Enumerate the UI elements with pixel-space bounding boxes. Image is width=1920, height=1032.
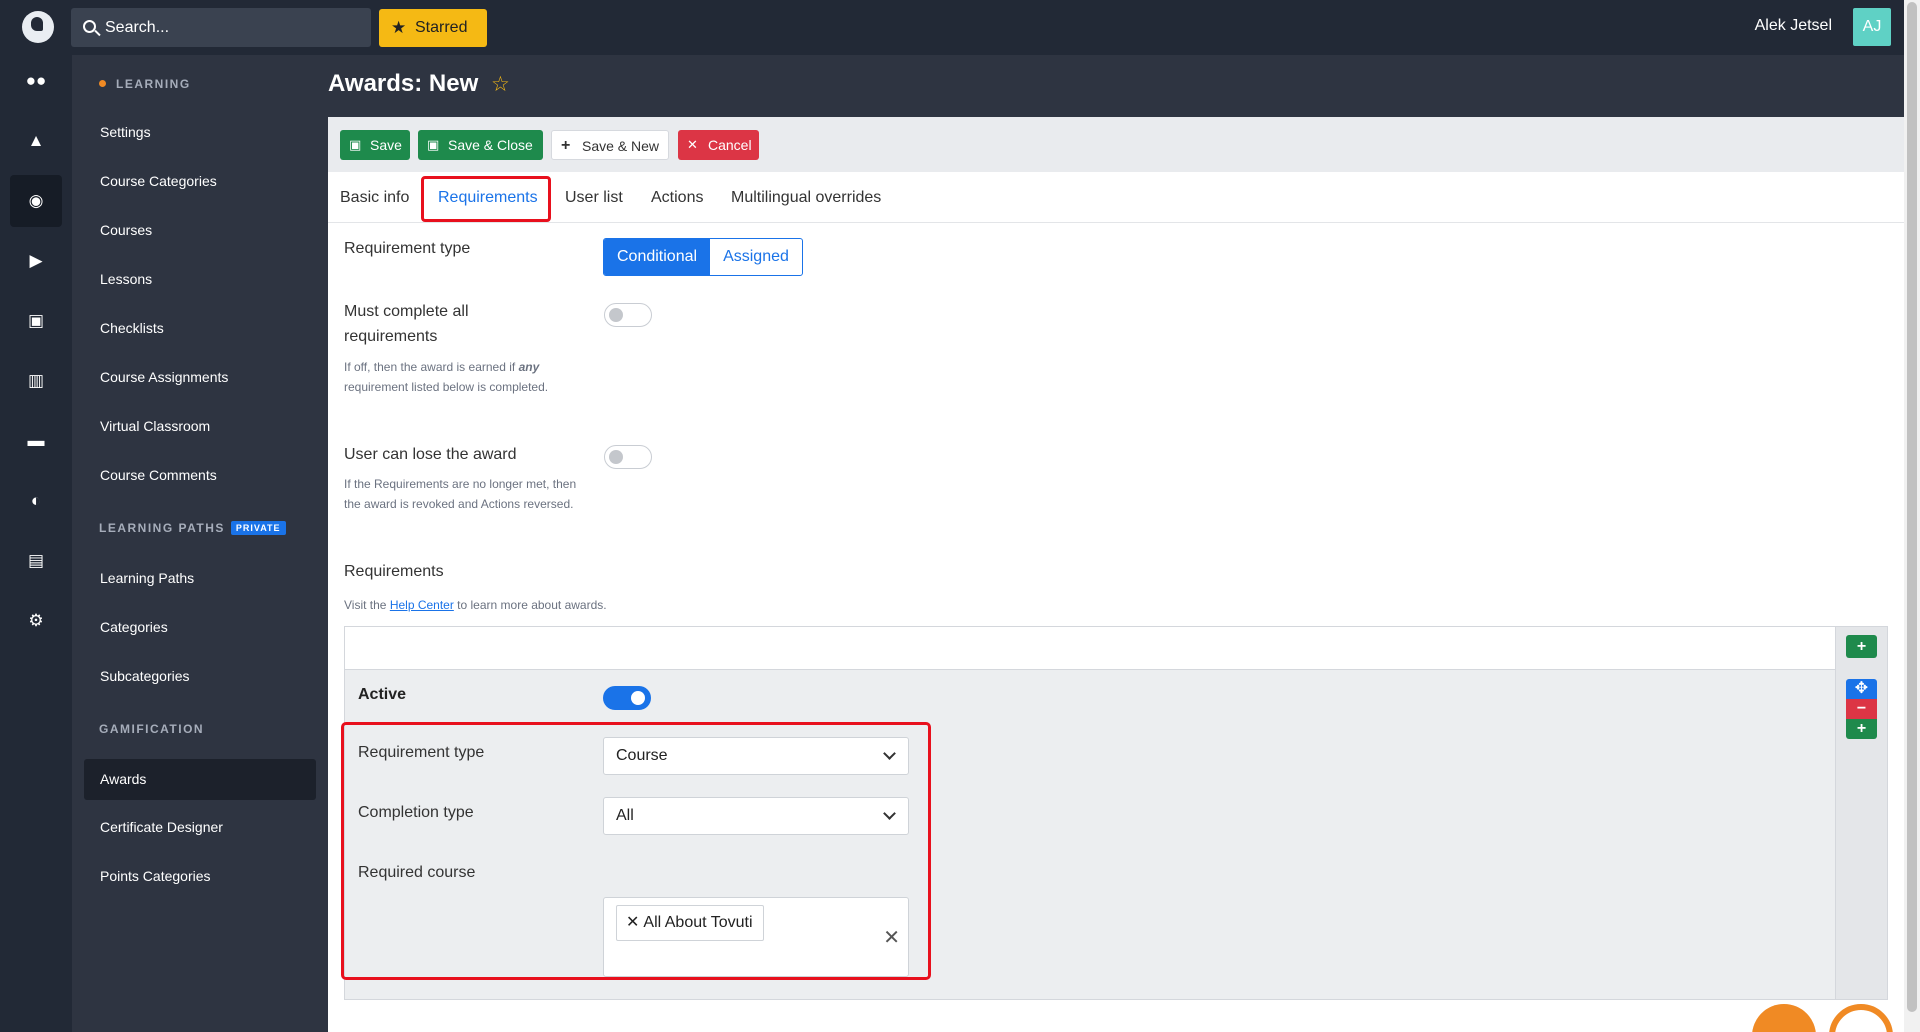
remove-row-button[interactable]: − xyxy=(1846,699,1877,719)
lose-award-help: If the Requirements are no longer met, t… xyxy=(344,477,577,511)
requirement-type-label: Requirement type xyxy=(344,240,471,257)
repeater-controls: + ✥ − + xyxy=(1835,627,1887,999)
must-complete-help: If off, then the award is earned if any … xyxy=(344,360,549,394)
gear-icon[interactable]: ⚙ xyxy=(10,595,62,647)
lose-award-label: User can lose the award xyxy=(344,446,517,463)
sidebar-item-course-categories[interactable]: Course Categories xyxy=(100,173,217,189)
sidebar-item-virtual-classroom[interactable]: Virtual Classroom xyxy=(100,418,210,434)
requirements-heading: Requirements xyxy=(344,563,444,580)
app-logo-icon[interactable] xyxy=(22,11,54,43)
sidebar-item-course-assignments[interactable]: Course Assignments xyxy=(100,369,228,385)
assigned-option[interactable]: Assigned xyxy=(710,239,802,275)
megaphone-icon[interactable]: ▶ xyxy=(10,235,62,287)
sidebar-item-categories[interactable]: Categories xyxy=(100,619,168,635)
active-toggle[interactable] xyxy=(603,686,651,710)
star-icon: ★ xyxy=(391,18,407,37)
users-icon[interactable]: ●● xyxy=(10,55,62,107)
move-row-icon[interactable]: ✥ xyxy=(1846,679,1877,699)
requirements-help: Visit the Help Center to learn more abou… xyxy=(344,598,607,612)
palette-icon[interactable]: ◐ xyxy=(10,475,62,527)
active-label: Active xyxy=(358,686,407,703)
private-badge: PRIVATE xyxy=(230,521,286,535)
sidebar-item-learning-paths[interactable]: Learning Paths xyxy=(100,570,194,586)
cancel-button[interactable]: ✕ Cancel xyxy=(678,130,759,160)
lose-award-toggle[interactable] xyxy=(604,445,652,469)
tab-actions[interactable]: Actions xyxy=(651,189,703,207)
repeater-header xyxy=(345,627,1887,670)
calendar-icon[interactable]: ▤ xyxy=(10,535,62,587)
add-row-button[interactable]: + xyxy=(1846,719,1877,739)
page-header: Awards: New ☆ xyxy=(328,55,1904,117)
floppy-icon: ▣ xyxy=(349,137,362,152)
sidebar-item-course-comments[interactable]: Course Comments xyxy=(100,467,217,483)
sidebar-item-awards[interactable]: Awards xyxy=(84,759,316,800)
money-icon[interactable]: ▣ xyxy=(10,295,62,347)
tab-user-list[interactable]: User list xyxy=(565,189,623,207)
sidebar-item-settings[interactable]: Settings xyxy=(100,124,151,140)
sidebar-item-courses[interactable]: Courses xyxy=(100,222,152,238)
top-bar: Search... ★ Starred Alek Jetsel AJ xyxy=(0,0,1904,55)
plus-icon: + xyxy=(561,137,571,154)
graduation-cap-icon[interactable]: ◉ xyxy=(10,175,62,227)
avatar[interactable]: AJ xyxy=(1853,8,1891,46)
sidebar-heading-learning: LEARNING xyxy=(99,77,191,91)
must-complete-label: Must complete all requirements xyxy=(344,303,469,345)
requirement-highlight-annotation xyxy=(341,722,931,980)
sidebar-item-subcategories[interactable]: Subcategories xyxy=(100,668,190,684)
active-section-dot-icon xyxy=(99,80,106,87)
page-scrollbar[interactable] xyxy=(1904,0,1920,1032)
tab-basic-info[interactable]: Basic info xyxy=(340,189,409,207)
scrollbar-thumb[interactable] xyxy=(1907,2,1917,1012)
search-input[interactable]: Search... xyxy=(71,8,371,47)
sidebar-item-certificate-designer[interactable]: Certificate Designer xyxy=(100,819,223,835)
save-close-button[interactable]: ▣ Save & Close xyxy=(418,130,543,160)
tab-highlight-annotation xyxy=(421,176,551,222)
tab-bar: Basic info Requirements User list Action… xyxy=(328,172,1904,223)
sidebar-item-points-categories[interactable]: Points Categories xyxy=(100,868,211,884)
sidebar: LEARNING Settings Course Categories Cour… xyxy=(72,55,328,1032)
user-name[interactable]: Alek Jetsel xyxy=(1755,17,1832,35)
help-center-link[interactable]: Help Center xyxy=(390,598,454,612)
sidebar-heading-learning-paths: LEARNING PATHS PRIVATE xyxy=(99,521,286,535)
toolbar: ▣ Save ▣ Save & Close + Save & New ✕ Cancel xyxy=(328,117,1904,172)
comment-icon[interactable]: ▬ xyxy=(10,415,62,467)
requirement-type-segmented: Conditional Assigned xyxy=(603,238,803,276)
favorite-star-icon[interactable]: ☆ xyxy=(491,72,510,97)
save-new-button[interactable]: + Save & New xyxy=(551,130,669,160)
floppy-icon: ▣ xyxy=(427,137,440,152)
starred-label: Starred xyxy=(415,19,468,36)
sidebar-heading-gamification: GAMIFICATION xyxy=(99,722,205,736)
conditional-option[interactable]: Conditional xyxy=(604,239,711,275)
close-icon: ✕ xyxy=(687,137,698,152)
shapes-icon[interactable]: ▲ xyxy=(10,115,62,167)
page-title: Awards: New xyxy=(328,70,479,97)
sidebar-item-checklists[interactable]: Checklists xyxy=(100,320,164,336)
search-placeholder: Search... xyxy=(105,19,170,36)
search-icon xyxy=(83,20,96,33)
add-row-top-button[interactable]: + xyxy=(1846,635,1877,658)
must-complete-toggle[interactable] xyxy=(604,303,652,327)
save-button[interactable]: ▣ Save xyxy=(340,130,410,160)
icon-rail: ●● ▲ ◉ ▶ ▣ ▥ ▬ ◐ ▤ ⚙ xyxy=(0,55,72,1032)
chart-icon[interactable]: ▥ xyxy=(10,355,62,407)
sidebar-item-lessons[interactable]: Lessons xyxy=(100,271,152,287)
starred-button[interactable]: ★ Starred xyxy=(379,9,487,47)
tab-multilingual-overrides[interactable]: Multilingual overrides xyxy=(731,189,881,207)
